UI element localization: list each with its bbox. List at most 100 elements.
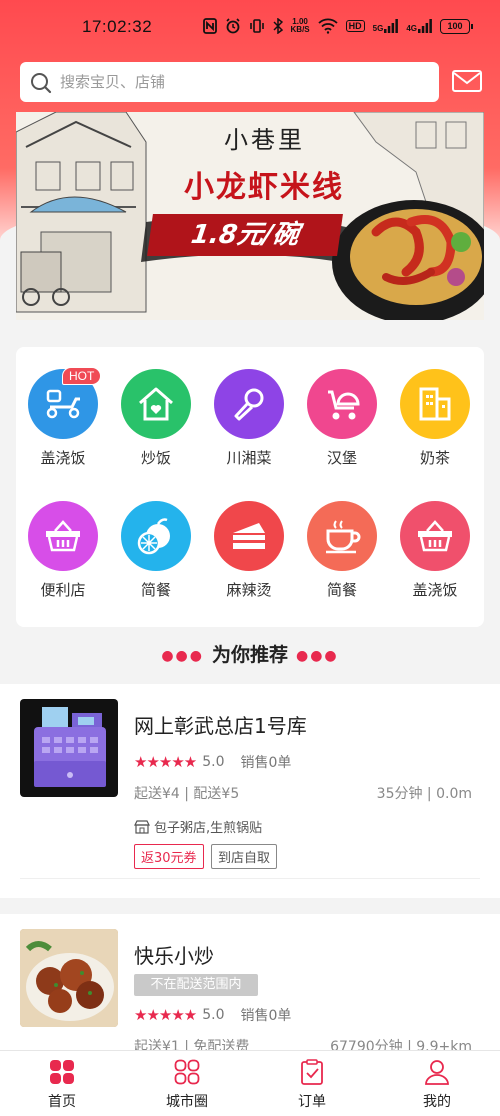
category-circle	[121, 369, 191, 439]
category-circle	[400, 501, 470, 571]
tab-label: 城市圈	[166, 1094, 208, 1110]
shop-score: 5.0	[202, 754, 225, 770]
profile-icon	[425, 1060, 449, 1085]
category-label: 汉堡	[326, 449, 357, 467]
category-item[interactable]: 川湘菜	[204, 369, 294, 468]
category-circle	[307, 369, 377, 439]
category-circle	[121, 501, 191, 571]
star-rating-icon: ★★★★★	[134, 753, 197, 771]
shop-sales: 销售0单	[240, 1008, 292, 1024]
shop-fee: 起送¥4 | 配送¥5	[134, 786, 240, 802]
banner-line1: 小巷里	[224, 126, 305, 154]
divider	[20, 878, 480, 879]
hd-badge: HD	[345, 20, 365, 32]
category-label: 便利店	[40, 581, 86, 599]
shop-distance: 67790分钟 | 9.9+km	[330, 1039, 472, 1050]
category-label: 盖浇饭	[412, 581, 458, 599]
orange-icon	[137, 518, 170, 555]
category-item[interactable]: 便利店	[18, 501, 108, 600]
status-icons: 1.00 KB/S HD 5G 4G 100	[202, 18, 473, 34]
coupon-tag: 返30元券	[134, 844, 204, 869]
decor-dots: ●●●	[296, 647, 339, 664]
banner-line2: 小龙虾米线	[184, 170, 344, 205]
shop-distance: 35分钟 | 0.0m	[376, 786, 472, 802]
pickup-tag: 到店自取	[211, 844, 278, 869]
shop-sales: 销售0单	[240, 755, 292, 771]
city-circle-icon	[174, 1059, 200, 1085]
bluetooth-icon	[273, 18, 283, 34]
category-label: 奶茶	[419, 449, 450, 467]
tab-label: 订单	[298, 1094, 326, 1110]
shop-rating: ★★★★★ 5.0 销售0单	[134, 1005, 291, 1025]
category-item[interactable]: 简餐	[111, 501, 201, 600]
category-circle	[214, 501, 284, 571]
building-icon	[419, 387, 451, 421]
category-circle	[400, 369, 470, 439]
food-photo	[20, 929, 118, 1027]
category-item[interactable]: 汉堡	[297, 369, 387, 468]
home-heart-icon	[139, 387, 173, 421]
speed-unit: KB/S	[290, 25, 310, 34]
tab-label: 首页	[48, 1094, 76, 1110]
alarm-icon	[225, 18, 240, 34]
vibrate-icon	[249, 19, 264, 33]
search-input[interactable]	[60, 70, 430, 94]
order-clipboard-icon	[301, 1059, 323, 1085]
shop-name: 网上彰武总店1号库	[134, 714, 307, 738]
shop-card[interactable]: 快乐小炒 不在配送范围内 ★★★★★ 5.0 销售0单 起送¥1 | 免配送费 …	[0, 914, 500, 1050]
decor-dots: ●●●	[161, 647, 204, 664]
category-label: 简餐	[140, 581, 171, 599]
status-bar: 17:02:32 1.00 KB/S HD 5G 4G 100	[0, 0, 500, 56]
category-item[interactable]: 炒饭	[111, 369, 201, 468]
promo-banner[interactable]: 小巷里 小龙虾米线 1.8元/碗	[16, 112, 484, 320]
category-item[interactable]: 盖浇饭	[390, 501, 480, 600]
tab-city-circle[interactable]: 城市圈	[137, 1059, 237, 1111]
basket-icon	[418, 520, 452, 552]
shop-thumbnail	[20, 699, 118, 797]
nfc-icon	[202, 18, 217, 34]
out-of-range-badge: 不在配送范围内	[134, 974, 258, 996]
recommend-title: 为你推荐	[211, 644, 288, 666]
tab-orders[interactable]: 订单	[262, 1059, 362, 1111]
category-circle	[214, 369, 284, 439]
shop-tagline-text: 包子粥店,生煎锅贴	[154, 821, 263, 836]
shop-fee: 起送¥1 | 免配送费	[134, 1039, 250, 1050]
category-label: 麻辣烫	[226, 581, 272, 599]
category-item[interactable]: 奶茶	[390, 369, 480, 468]
category-label: 炒饭	[140, 449, 171, 467]
cash-register-icon	[34, 707, 106, 787]
tab-label: 我的	[423, 1094, 451, 1110]
shop-name: 快乐小炒	[134, 944, 214, 968]
coffee-icon	[326, 520, 361, 554]
store-icon	[134, 819, 150, 834]
message-icon[interactable]	[452, 70, 482, 92]
tab-home[interactable]: 首页	[12, 1059, 112, 1111]
network-speed: 1.00 KB/S	[291, 18, 310, 34]
shop-card[interactable]: 网上彰武总店1号库 ★★★★★ 5.0 销售0单 起送¥4 | 配送¥5 35分…	[0, 684, 500, 898]
scooter-icon	[46, 389, 80, 419]
signal-icon	[418, 19, 432, 33]
category-grid: HOT 盖浇饭 炒饭 川湘菜 汉堡 奶茶 便利店 简餐 麻辣烫 简餐 盖浇饭	[16, 347, 484, 627]
hot-badge: HOT	[62, 367, 102, 385]
network-5g-label: 5G	[372, 24, 384, 33]
category-item[interactable]: 麻辣烫	[204, 501, 294, 600]
wifi-icon	[318, 18, 338, 34]
shop-thumbnail	[20, 929, 118, 1027]
recommend-header: ●●● 为你推荐 ●●●	[0, 640, 500, 667]
category-label: 盖浇饭	[40, 449, 86, 467]
cake-icon	[233, 523, 265, 549]
shop-rating: ★★★★★ 5.0 销售0单	[134, 752, 291, 772]
search-icon	[31, 73, 52, 94]
shop-tagline: 包子粥店,生煎锅贴	[134, 817, 262, 836]
search-bar[interactable]	[20, 62, 439, 102]
category-item[interactable]: 简餐	[297, 501, 387, 600]
shop-score: 5.0	[202, 1007, 225, 1023]
signal-icon	[384, 19, 399, 33]
category-item[interactable]: HOT 盖浇饭	[18, 367, 108, 468]
tab-profile[interactable]: 我的	[387, 1059, 487, 1111]
basket-icon	[46, 520, 80, 552]
status-time: 17:02:32	[82, 17, 153, 36]
home-grid-icon	[50, 1060, 74, 1084]
network-4g: 4G	[406, 19, 432, 33]
microphone-icon	[234, 388, 264, 421]
